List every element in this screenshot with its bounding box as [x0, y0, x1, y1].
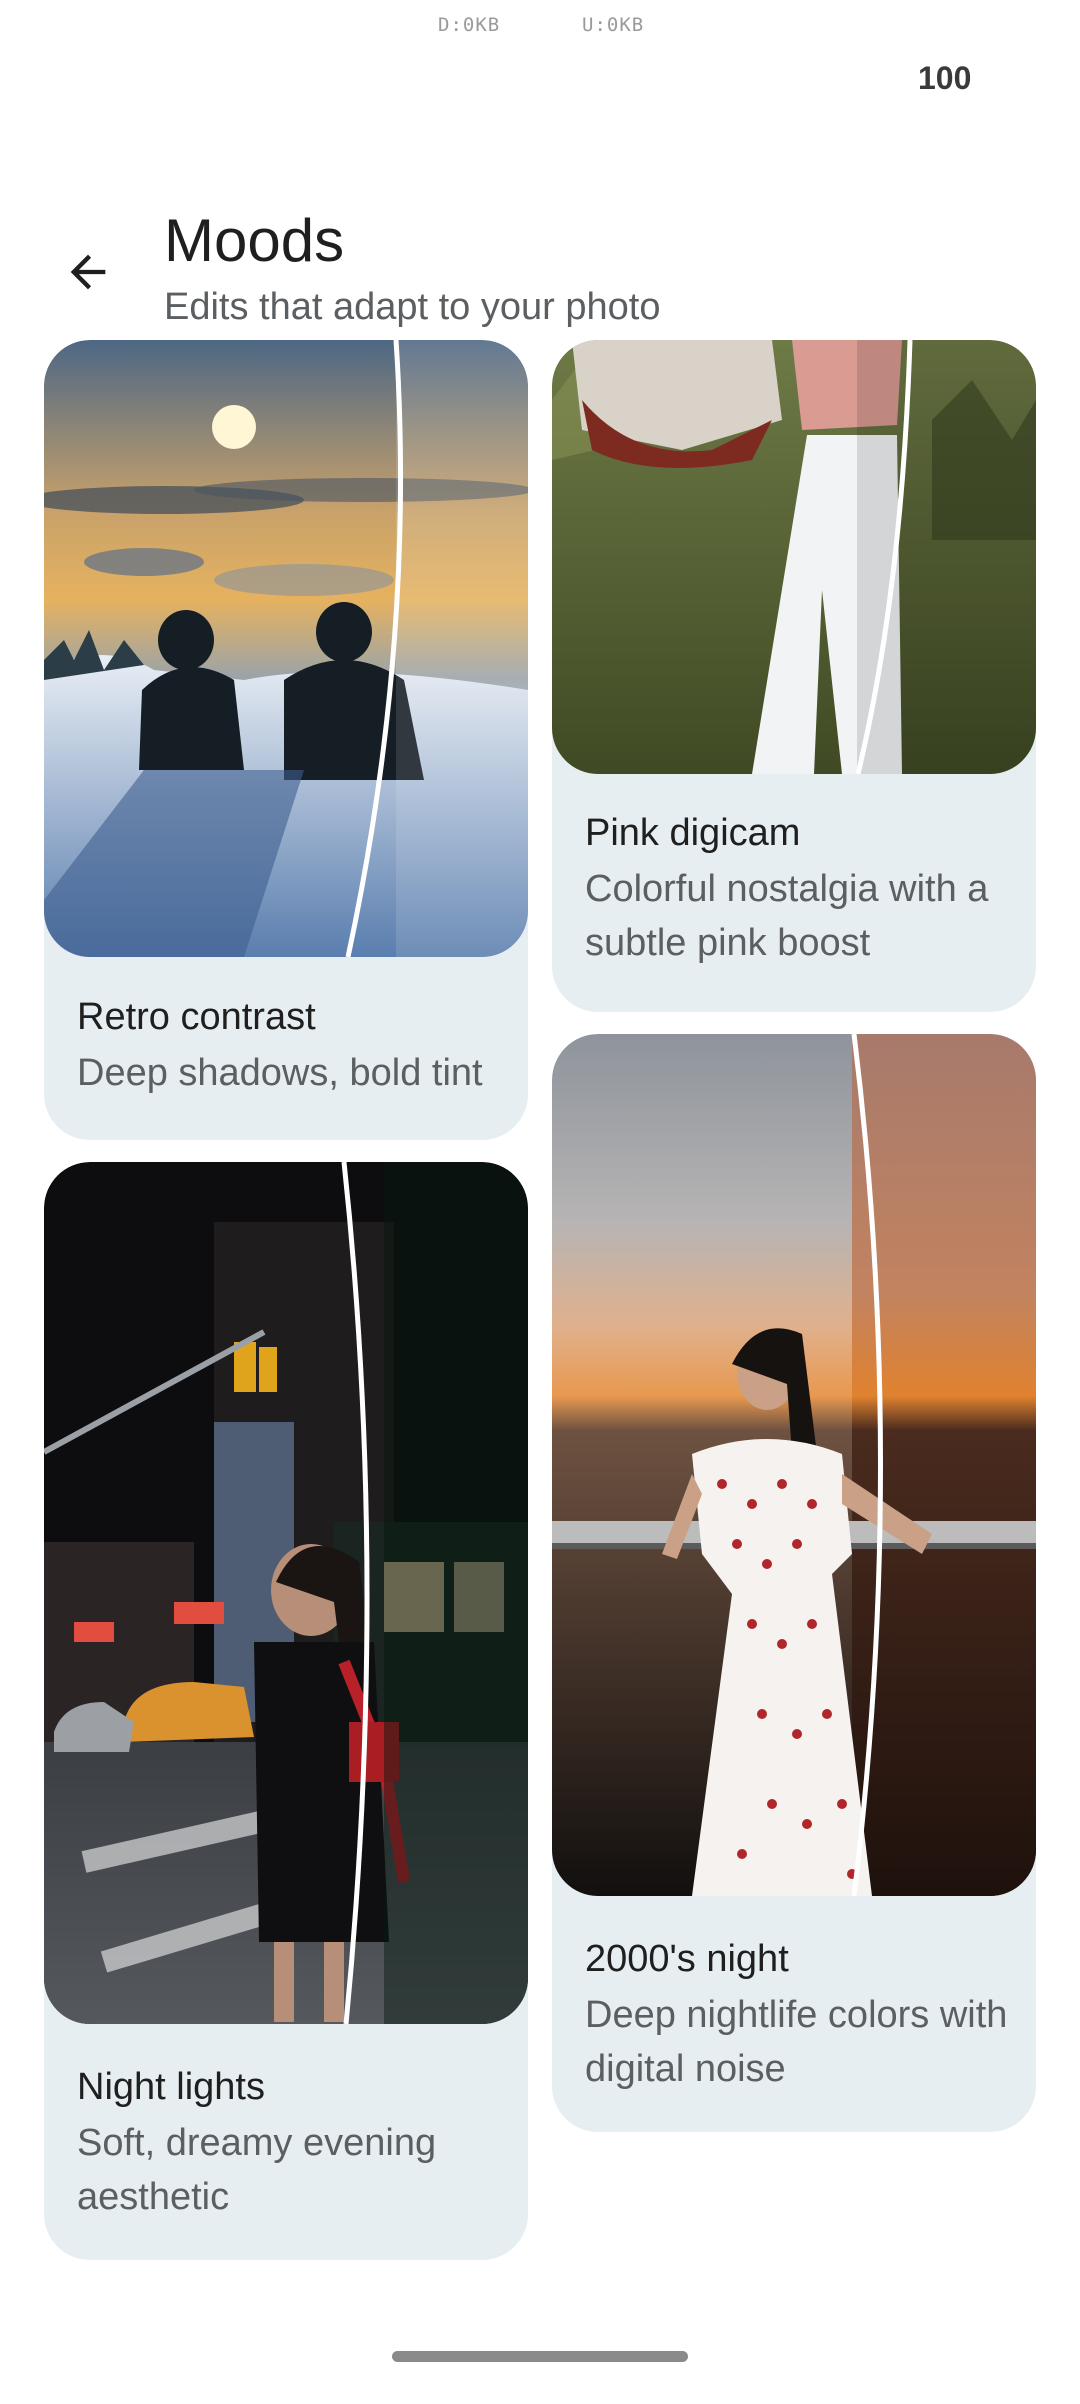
mood-description: Soft, dreamy evening aesthetic — [77, 2122, 437, 2218]
mood-title: Retro contrast — [77, 996, 316, 1038]
mood-preview-image — [44, 1162, 528, 2024]
back-button[interactable] — [48, 232, 128, 312]
page-subtitle: Edits that adapt to your photo — [164, 286, 661, 328]
mood-description: Colorful nostalgia with a subtle pink bo… — [585, 868, 989, 964]
mood-preview-image — [44, 340, 528, 957]
mood-title: 2000's night — [585, 1938, 789, 1980]
download-speed: D:0KB — [438, 14, 501, 36]
mood-description: Deep shadows, bold tint — [77, 1052, 483, 1094]
arrow-back-icon — [70, 254, 106, 290]
mood-description: Deep nightlife colors with digital noise — [585, 1994, 1008, 2090]
battery-level: 100 — [918, 60, 972, 96]
mood-card-pink-digicam[interactable]: Pink digicam Colorful nostalgia with a s… — [552, 340, 1036, 1012]
home-indicator[interactable] — [392, 2351, 688, 2362]
moods-screen: D:0KB U:0KB 100 Moods Edits that adapt t… — [0, 0, 1080, 2404]
mood-title: Night lights — [77, 2066, 265, 2108]
mood-title: Pink digicam — [585, 812, 801, 854]
mood-preview-image — [552, 340, 1036, 774]
mood-card-2000s-night[interactable]: 2000's night Deep nightlife colors with … — [552, 1034, 1036, 2132]
mood-preview-image — [552, 1034, 1036, 1896]
mood-card-retro-contrast[interactable]: Retro contrast Deep shadows, bold tint — [44, 340, 528, 1140]
mood-card-night-lights[interactable]: Night lights Soft, dreamy evening aesthe… — [44, 1162, 528, 2260]
upload-speed: U:0KB — [582, 14, 645, 36]
page-title: Moods — [164, 207, 345, 274]
